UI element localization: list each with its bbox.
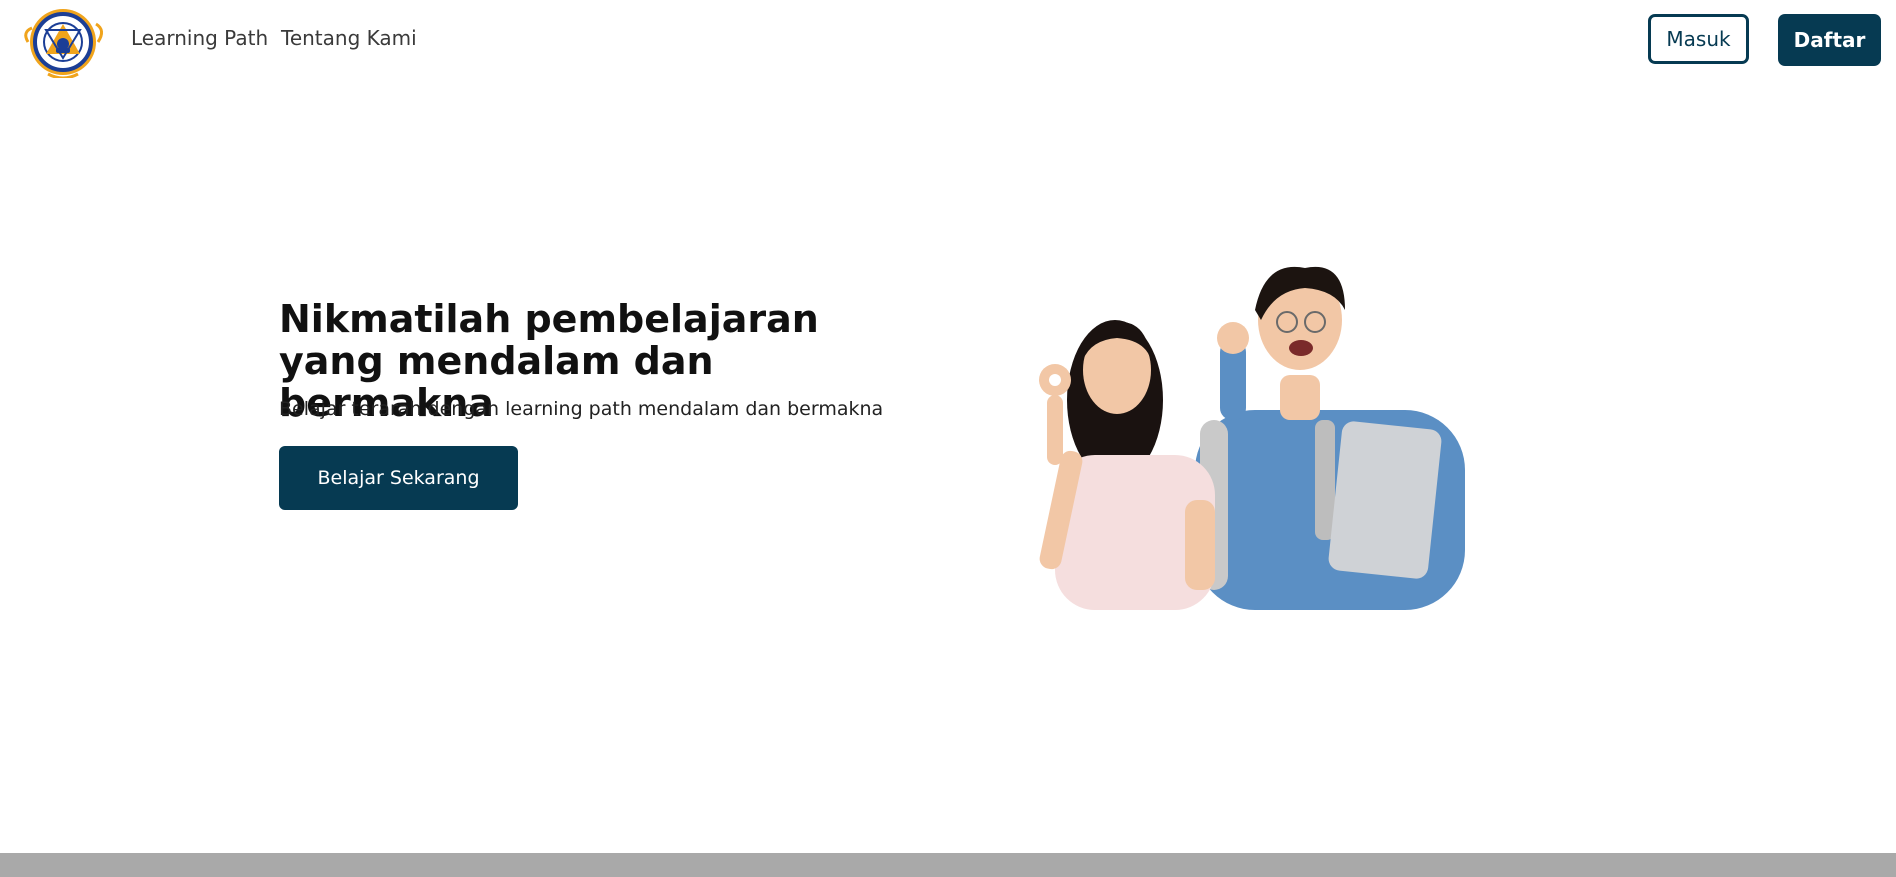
woman-figure [1039, 320, 1215, 610]
register-button[interactable]: Daftar [1778, 14, 1881, 66]
hero-subtitle: Belajar terarah dengan learning path men… [279, 398, 884, 420]
navbar: Learning Path Tentang Kami Masuk Daftar [0, 0, 1896, 80]
nav-learning-path[interactable]: Learning Path [131, 26, 268, 50]
man-figure [1195, 266, 1465, 610]
students-illustration [995, 260, 1465, 610]
nav-tentang-kami[interactable]: Tentang Kami [281, 26, 417, 50]
login-button[interactable]: Masuk [1648, 14, 1749, 64]
footer-strip [0, 853, 1896, 877]
start-learning-button[interactable]: Belajar Sekarang [279, 446, 518, 510]
logo-icon[interactable] [18, 2, 108, 80]
landing-page: Learning Path Tentang Kami Masuk Daftar … [0, 0, 1896, 877]
